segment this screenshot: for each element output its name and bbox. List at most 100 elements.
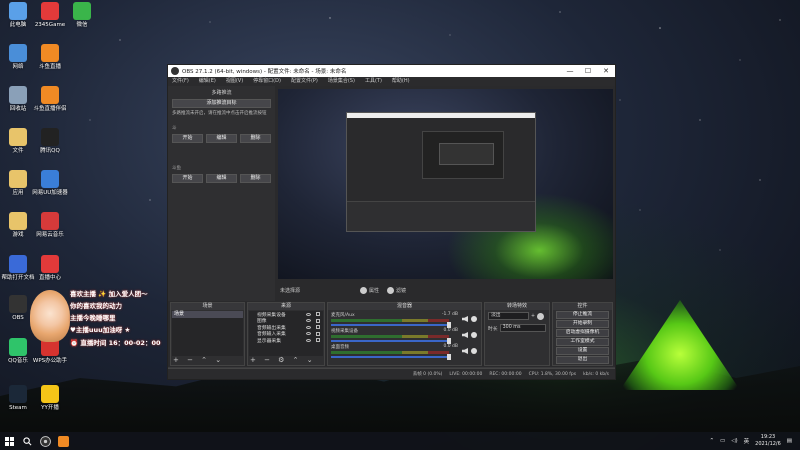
lock-icon[interactable] [316, 325, 320, 330]
menu-item[interactable]: 文件(F) [172, 77, 189, 86]
gear-icon[interactable] [537, 312, 544, 320]
transition-select[interactable]: 淡出 [488, 312, 529, 320]
douyu-taskbar-icon[interactable] [54, 432, 72, 450]
clock[interactable]: 19:23 2021/12/6 [755, 434, 781, 448]
app-icon [73, 2, 91, 20]
desktop-icon-label: 腾讯QQ [40, 148, 60, 154]
volume-meter [331, 335, 449, 338]
overlay-line-3: 主播今晚睡哪里 [70, 314, 116, 322]
network-icon[interactable]: ▭ [720, 438, 725, 444]
desktop-icon[interactable]: 文件 [0, 128, 36, 155]
program-preview[interactable] [278, 89, 613, 279]
desktop-icon-label: 微信 [76, 22, 88, 28]
lock-icon[interactable] [316, 338, 320, 343]
desktop-icon[interactable]: 2345Game [32, 2, 68, 29]
clock-date: 2021/12/6 [755, 441, 781, 447]
mixer-dock: 混音器 麦克风/Aux -1.7 dB 视频采集设备 0.0 dB 桌面音频 0.0 dB [327, 302, 482, 366]
add-stream-target-button[interactable]: 添加推流目标 [172, 99, 271, 108]
desktop-icon-label: 网易云音乐 [36, 232, 64, 238]
source-item[interactable]: 显示器采集 [249, 337, 323, 344]
control-button[interactable]: 退出 [556, 356, 609, 364]
system-tray: ⌃ ▭ ◁) 英 19:23 2021/12/6 ▤ [709, 434, 800, 448]
start-button[interactable] [0, 432, 18, 450]
desktop-icon[interactable]: 回收站 [0, 86, 36, 113]
desktop-icon[interactable]: Steam [0, 385, 36, 412]
menu-item[interactable]: 视图(V) [226, 77, 243, 86]
channel-db: -1.7 dB [441, 312, 458, 317]
close-button[interactable]: ✕ [597, 65, 615, 77]
desktop-icon[interactable]: 网易UU加速器 [32, 170, 68, 197]
scenes-toolbar[interactable]: + − ⌃ ⌄ [173, 357, 224, 364]
start-target-2-button[interactable]: 开始 [172, 174, 203, 183]
volume-fader[interactable] [331, 322, 451, 328]
control-button[interactable]: 开始录制 [556, 320, 609, 328]
eye-icon[interactable] [306, 312, 311, 316]
filters-button[interactable]: 滤镜 [387, 286, 406, 294]
menu-item[interactable]: 停靠窗口(D) [253, 77, 281, 86]
desktop-icon[interactable]: 微信 [64, 2, 100, 29]
desktop-icon[interactable]: 直播中心 [32, 255, 68, 282]
eye-icon[interactable] [306, 338, 311, 342]
add-transition-icon[interactable]: + [531, 314, 535, 319]
menu-item[interactable]: 场景集合(S) [328, 77, 355, 86]
control-button[interactable]: 工作室模式 [556, 338, 609, 346]
menu-item[interactable]: 配置文件(P) [291, 77, 318, 86]
volume-fader[interactable] [331, 338, 451, 344]
obs-taskbar-icon[interactable] [36, 432, 54, 450]
properties-button[interactable]: 属性 [360, 286, 379, 294]
taskbar: ⌃ ▭ ◁) 英 19:23 2021/12/6 ▤ [0, 432, 800, 450]
edit-target-2-button[interactable]: 编辑 [206, 174, 237, 183]
source-label: 显示器采集 [257, 338, 281, 344]
delete-target-1-button[interactable]: 删除 [240, 134, 271, 143]
gear-icon[interactable] [471, 348, 477, 354]
lock-icon[interactable] [316, 318, 320, 323]
input-language[interactable]: 英 [744, 437, 750, 445]
sources-toolbar[interactable]: + − ⚙ ⌃ ⌄ [250, 357, 316, 364]
control-button[interactable]: 停止推流 [556, 311, 609, 319]
chevron-up-icon[interactable]: ⌃ [709, 438, 714, 444]
lock-icon[interactable] [316, 312, 320, 317]
desktop-icon-label: 此电脑 [9, 22, 27, 28]
eye-icon[interactable] [306, 319, 311, 323]
control-button[interactable]: 启动虚拟摄像机 [556, 329, 609, 337]
menu-item[interactable]: 帮助(H) [392, 77, 410, 86]
gear-icon[interactable] [471, 332, 477, 338]
desktop-icon[interactable]: YY开播 [32, 385, 68, 412]
desktop-icon[interactable]: 腾讯QQ [32, 128, 68, 155]
delete-target-2-button[interactable]: 删除 [240, 174, 271, 183]
notification-icon[interactable]: ▤ [787, 438, 792, 444]
desktop-icon-label: 2345Game [34, 22, 66, 28]
desktop-icon[interactable]: 帮助打开文档 [0, 255, 36, 282]
search-icon[interactable] [18, 432, 36, 450]
menu-item[interactable]: 工具(T) [365, 77, 382, 86]
desktop-icon[interactable]: 游戏 [0, 212, 36, 239]
eye-icon[interactable] [306, 325, 311, 329]
scene-item[interactable]: 场景 [172, 311, 243, 318]
volume-icon[interactable]: ◁) [731, 438, 737, 444]
app-icon [41, 170, 59, 188]
start-target-1-button[interactable]: 开始 [172, 134, 203, 143]
lock-icon[interactable] [316, 331, 320, 336]
volume-fader[interactable] [331, 354, 451, 360]
overlay-line-1: 喜欢主播 ✨ 加入爱人团～ [70, 290, 148, 298]
desktop-icon[interactable]: 应用 [0, 170, 36, 197]
menu-item[interactable]: 编辑(E) [199, 77, 216, 86]
eye-icon[interactable] [306, 332, 311, 336]
control-button[interactable]: 设置 [556, 347, 609, 355]
desktop-icon[interactable]: 网络 [0, 44, 36, 71]
app-icon [9, 2, 27, 20]
obs-logo-icon [171, 67, 179, 75]
maximize-button[interactable]: ☐ [579, 65, 597, 77]
desktop-icon[interactable]: 此电脑 [0, 2, 36, 29]
app-icon [41, 2, 59, 20]
preview-footer: 未选择源 属性 滤镜 [278, 283, 613, 297]
edit-target-1-button[interactable]: 编辑 [206, 134, 237, 143]
duration-input[interactable]: 300 ms [499, 324, 546, 332]
desktop-icon[interactable]: 斗鱼直播 [32, 44, 68, 71]
mixer-channels: 麦克风/Aux -1.7 dB 视频采集设备 0.0 dB 桌面音频 0.0 dB [329, 311, 480, 360]
desktop-icon[interactable]: 斗鱼直播伴侣 [32, 86, 68, 113]
gear-icon[interactable] [471, 316, 477, 322]
desktop-icon[interactable]: 网易云音乐 [32, 212, 68, 239]
stream-target-2-label: 斗鱼 [172, 166, 181, 171]
minimize-button[interactable]: — [561, 65, 579, 77]
